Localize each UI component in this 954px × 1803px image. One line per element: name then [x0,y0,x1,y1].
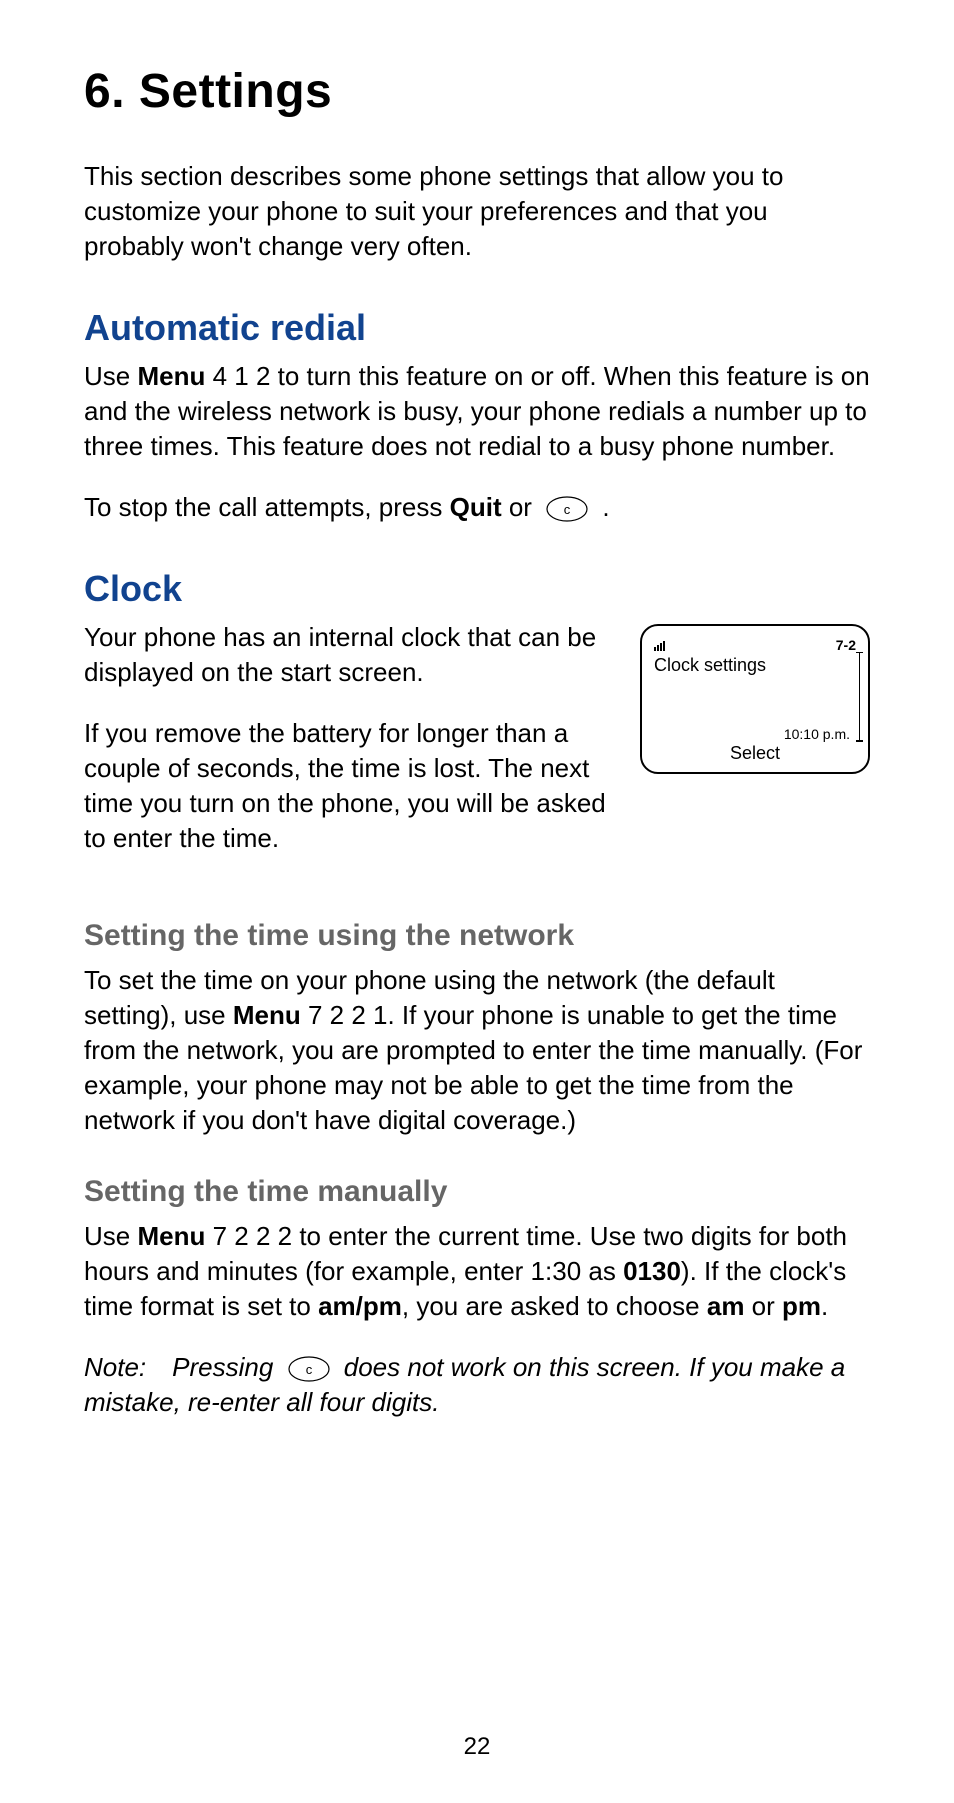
c-key-icon: c [287,1355,331,1383]
phone-illustration: 7-2 Clock settings 10:10 p.m. Select [640,624,870,774]
phone-menu-number: 7-2 [836,636,856,655]
chapter-heading: 6. Settings [84,60,870,125]
svg-text:c: c [305,1362,312,1377]
manual-page: 6. Settings This section describes some … [0,0,954,1803]
clock-block: 7-2 Clock settings 10:10 p.m. Select You… [84,620,870,883]
manual-time-p1: Use Menu 7 2 2 2 to enter the current ti… [84,1219,870,1324]
text: Use [84,1221,137,1251]
menu-word: Menu [233,1000,301,1030]
menu-word: Menu [137,1221,205,1251]
chapter-title: Settings [139,65,332,118]
ampm-word: am/pm [318,1291,402,1321]
section-clock: Clock [84,565,870,614]
pm-word: pm [782,1291,821,1321]
text: . [595,492,609,522]
text: . [821,1291,828,1321]
quit-word: Quit [450,492,502,522]
chapter-number: 6. [84,65,125,118]
note-text-a: Note: Pressing [84,1352,281,1382]
text: Use [84,361,137,391]
example-0130: 0130 [623,1256,681,1286]
manual-time-note: Note: Pressing c does not work on this s… [84,1350,870,1420]
c-key-icon: c [545,495,589,523]
auto-redial-p1: Use Menu 4 1 2 to turn this feature on o… [84,359,870,464]
page-number: 22 [0,1731,954,1763]
signal-icon [654,639,668,651]
network-time-p: To set the time on your phone using the … [84,963,870,1138]
text: or [744,1291,782,1321]
am-word: am [707,1291,745,1321]
svg-text:c: c [564,502,571,517]
section-automatic-redial: Automatic redial [84,304,870,353]
menu-word: Menu [137,361,205,391]
phone-screen: 7-2 Clock settings 10:10 p.m. Select [640,624,870,774]
auto-redial-p2: To stop the call attempts, press Quit or… [84,490,870,525]
subsection-manual-time: Setting the time manually [84,1172,870,1213]
text: To stop the call attempts, press [84,492,450,522]
subsection-network-time: Setting the time using the network [84,916,870,957]
intro-paragraph: This section describes some phone settin… [84,159,870,264]
phone-softkey-select: Select [642,741,868,765]
text: or [502,492,540,522]
text: , you are asked to choose [402,1291,707,1321]
phone-screen-title: Clock settings [654,653,856,677]
phone-scrollbar [859,652,861,742]
